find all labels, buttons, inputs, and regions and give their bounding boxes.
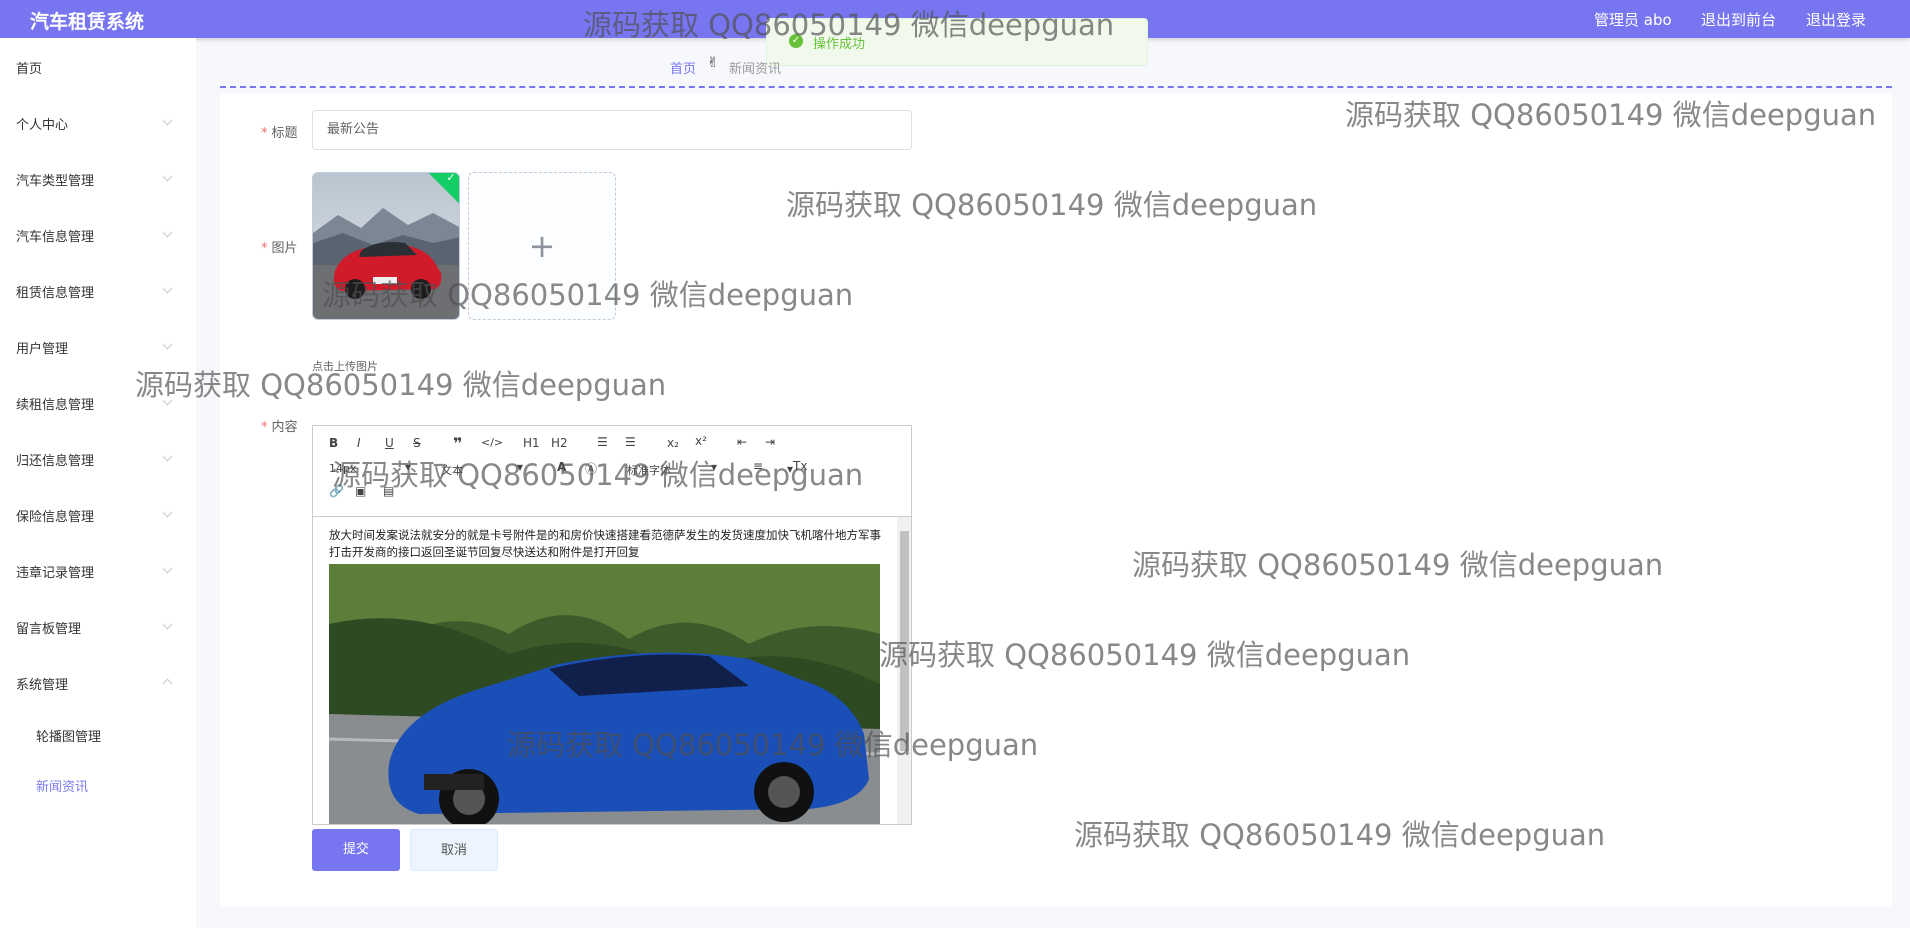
caret-down-icon: ▾ [405,460,412,474]
ordered-list-icon[interactable]: ☰ [597,435,608,449]
sidebar-item-insurance[interactable]: 保险信息管理 [16,506,94,525]
title-label: * 标题 [261,126,298,141]
header-select[interactable]: 文本 [441,462,463,478]
link-icon[interactable]: 🔗 [329,484,344,498]
video-icon[interactable]: ▤ [383,484,394,498]
align-select-icon[interactable]: ≡ [753,459,763,473]
app-title: 汽车租赁系统 [30,11,145,33]
uploaded-image-thumbnail[interactable]: ✓ [312,172,460,320]
chevron-down-icon [162,227,173,238]
bullet-list-icon[interactable]: ☰ [625,435,636,449]
superscript-icon[interactable]: x² [695,434,707,448]
editor-toolbar: B I U S ❞ </> H1 H2 ☰ ☰ x₂ x² ⇤ ⇥ 14px ▾… [313,426,911,517]
check-icon: ✓ [446,172,456,185]
image-label: * 图片 [261,241,298,256]
sidebar-subitem-carousel[interactable]: 轮播图管理 [36,726,101,745]
chevron-down-icon [162,451,173,462]
sidebar-item-users[interactable]: 用户管理 [16,338,68,357]
blockquote-icon[interactable]: ❞ [453,434,462,453]
cancel-button[interactable]: 取消 [410,829,498,871]
editor-scrollbar[interactable] [897,517,911,824]
rich-text-editor: B I U S ❞ </> H1 H2 ☰ ☰ x₂ x² ⇤ ⇥ 14px ▾… [312,425,912,825]
editor-content-image [329,564,880,824]
editor-content-text: 放大时间发案说法就安分的就是卡号附件是的和房价快速搭建看范德萨发生的发货速度加快… [329,528,881,559]
header-1-icon[interactable]: H1 [523,436,540,450]
sidebar-item-profile[interactable]: 个人中心 [16,114,68,133]
text-color-icon[interactable]: A [557,460,566,474]
red-car-image [313,173,459,319]
plus-icon: + [528,227,556,265]
breadcrumb-home[interactable]: 首页 [670,58,696,77]
sidebar-item-returns[interactable]: 归还信息管理 [16,450,94,469]
clean-format-icon[interactable]: Tx [793,459,807,473]
sidebar-item-violations[interactable]: 违章记录管理 [16,562,94,581]
back-to-front-link[interactable]: 退出到前台 [1701,9,1776,30]
code-block-icon[interactable]: </> [481,436,503,449]
chevron-down-icon [162,507,173,518]
success-toast: ✓ 操作成功 [766,18,1148,66]
content-label: * 内容 [261,420,298,435]
upload-tip: 点击上传图片 [312,360,378,373]
subscript-icon[interactable]: x₂ [667,436,679,450]
breadcrumb-current: 新闻资讯 [729,62,782,77]
hand-icon: ✌ [707,55,719,71]
font-size-select[interactable]: 14px [329,462,357,475]
strike-icon[interactable]: S [413,436,421,450]
submit-button[interactable]: 提交 [312,829,400,871]
toast-message: 操作成功 [813,37,866,52]
current-user: 管理员 abo [1594,11,1672,29]
italic-icon[interactable]: I [357,436,361,450]
font-family-select[interactable]: 标准字体 [627,462,671,478]
sidebar-item-renewals[interactable]: 续租信息管理 [16,394,94,413]
outdent-icon[interactable]: ⇤ [737,435,747,449]
bold-icon[interactable]: B [329,436,338,450]
logout-link[interactable]: 退出登录 [1806,9,1866,30]
chevron-down-icon [162,339,173,350]
scrollbar-thumb[interactable] [900,531,909,751]
sidebar: 首页 个人中心 汽车类型管理 汽车信息管理 租赁信息管理 用户管理 续租信息管理… [0,38,196,928]
sidebar-subitem-news[interactable]: 新闻资讯 [36,776,88,795]
background-color-icon[interactable]: Ⓐ [585,460,597,477]
chevron-down-icon [162,563,173,574]
chevron-down-icon [162,171,173,182]
indent-icon[interactable]: ⇥ [765,435,775,449]
underline-icon[interactable]: U [385,436,394,450]
chevron-down-icon [162,619,173,630]
sidebar-item-system[interactable]: 系统管理 [16,674,68,693]
caret-down-icon: ▾ [711,460,718,474]
editor-content-area[interactable]: 放大时间发案说法就安分的就是卡号附件是的和房价快速搭建看范德萨发生的发货速度加快… [313,517,897,824]
caret-down-icon: ▾ [517,460,524,474]
breadcrumb-divider [220,86,1892,88]
chevron-down-icon [162,283,173,294]
sidebar-item-home[interactable]: 首页 [16,58,42,77]
sidebar-item-messages[interactable]: 留言板管理 [16,618,81,637]
header-2-icon[interactable]: H2 [551,436,568,450]
success-check-icon: ✓ [789,34,803,48]
blue-car-image [329,564,880,824]
sidebar-item-rentals[interactable]: 租赁信息管理 [16,282,94,301]
chevron-down-icon [162,395,173,406]
sidebar-item-car-types[interactable]: 汽车类型管理 [16,170,94,189]
title-input[interactable]: 最新公告 [312,110,912,150]
chevron-up-icon [162,678,173,689]
image-icon[interactable]: ▣ [355,484,366,498]
sidebar-item-car-info[interactable]: 汽车信息管理 [16,226,94,245]
image-upload-trigger[interactable]: + [468,172,616,320]
chevron-down-icon [162,115,173,126]
